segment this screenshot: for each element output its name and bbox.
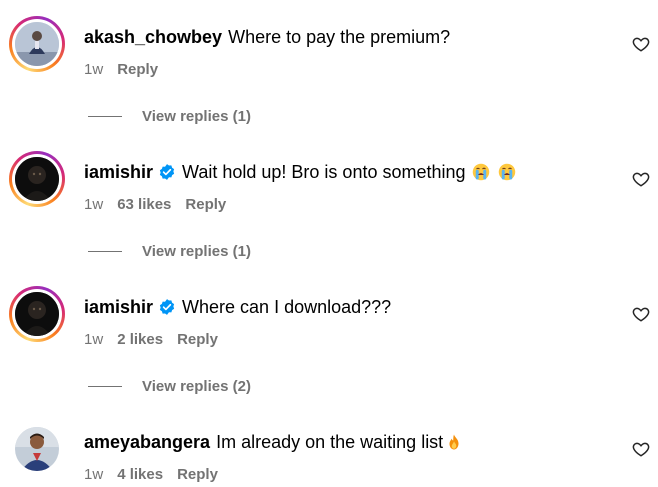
comment-line: akash_chowbey Where to pay the premium? [84, 26, 450, 48]
likes-count[interactable]: 2 likes [117, 331, 163, 348]
comment-line: ameyabangera Im already on the waiting l… [84, 431, 463, 453]
person-photo-icon [15, 427, 59, 471]
comment-meta: 1w 2 likes Reply [84, 331, 232, 349]
heart-icon[interactable] [632, 35, 650, 53]
reply-button[interactable]: Reply [177, 466, 218, 483]
username-link[interactable]: akash_chowbey [84, 26, 222, 48]
view-replies-button[interactable]: View replies (2) [88, 376, 251, 396]
comment-meta: 1w 4 likes Reply [84, 466, 232, 484]
comment-time[interactable]: 1w [84, 466, 103, 483]
view-replies-label: View replies (1) [142, 107, 251, 125]
reply-button[interactable]: Reply [177, 331, 218, 348]
verified-badge-icon [159, 299, 175, 315]
likes-count[interactable]: 4 likes [117, 466, 163, 483]
dark-portrait-icon [15, 292, 59, 336]
divider [88, 115, 122, 117]
likes-count[interactable]: 63 likes [117, 196, 171, 213]
username-link[interactable]: iamishir [84, 296, 153, 318]
fire-emoji-icon [449, 434, 459, 450]
comment-time[interactable]: 1w [84, 61, 103, 78]
avatar-story-ring[interactable] [9, 151, 65, 207]
comment-text: Im already on the waiting list [216, 432, 444, 452]
verified-badge-icon [159, 164, 175, 180]
divider [88, 385, 122, 387]
username-link[interactable]: ameyabangera [84, 431, 210, 453]
comment-line: iamishir Wait hold up! Bro is onto somet… [84, 161, 516, 183]
comment-meta: 1w Reply [84, 61, 172, 79]
view-replies-label: View replies (1) [142, 242, 251, 260]
view-replies-button[interactable]: View replies (1) [88, 106, 251, 126]
heart-icon[interactable] [632, 170, 650, 188]
view-replies-label: View replies (2) [142, 377, 251, 395]
comment-time[interactable]: 1w [84, 196, 103, 213]
view-replies-button[interactable]: View replies (1) [88, 241, 251, 261]
avatar-story-ring[interactable] [9, 286, 65, 342]
comment-line: iamishir Where can I download??? [84, 296, 391, 318]
crying-face-emoji-icon [472, 163, 489, 181]
crying-face-emoji-icon [498, 163, 515, 181]
comment-text: Where can I download??? [182, 297, 392, 317]
divider [88, 250, 122, 252]
avatar-story-ring[interactable] [9, 16, 65, 72]
person-photo-icon [15, 22, 59, 66]
avatar [15, 22, 59, 66]
comment-meta: 1w 63 likes Reply [84, 196, 240, 214]
avatar [15, 157, 59, 201]
reply-button[interactable]: Reply [185, 196, 226, 213]
comment-time[interactable]: 1w [84, 331, 103, 348]
avatar [15, 292, 59, 336]
comment-text: Where to pay the premium? [228, 27, 451, 47]
comment-text: Wait hold up! Bro is onto something [182, 162, 466, 182]
reply-button[interactable]: Reply [117, 61, 158, 78]
heart-icon[interactable] [632, 440, 650, 458]
dark-portrait-icon [15, 157, 59, 201]
heart-icon[interactable] [632, 305, 650, 323]
username-link[interactable]: iamishir [84, 161, 153, 183]
avatar[interactable] [15, 427, 59, 471]
